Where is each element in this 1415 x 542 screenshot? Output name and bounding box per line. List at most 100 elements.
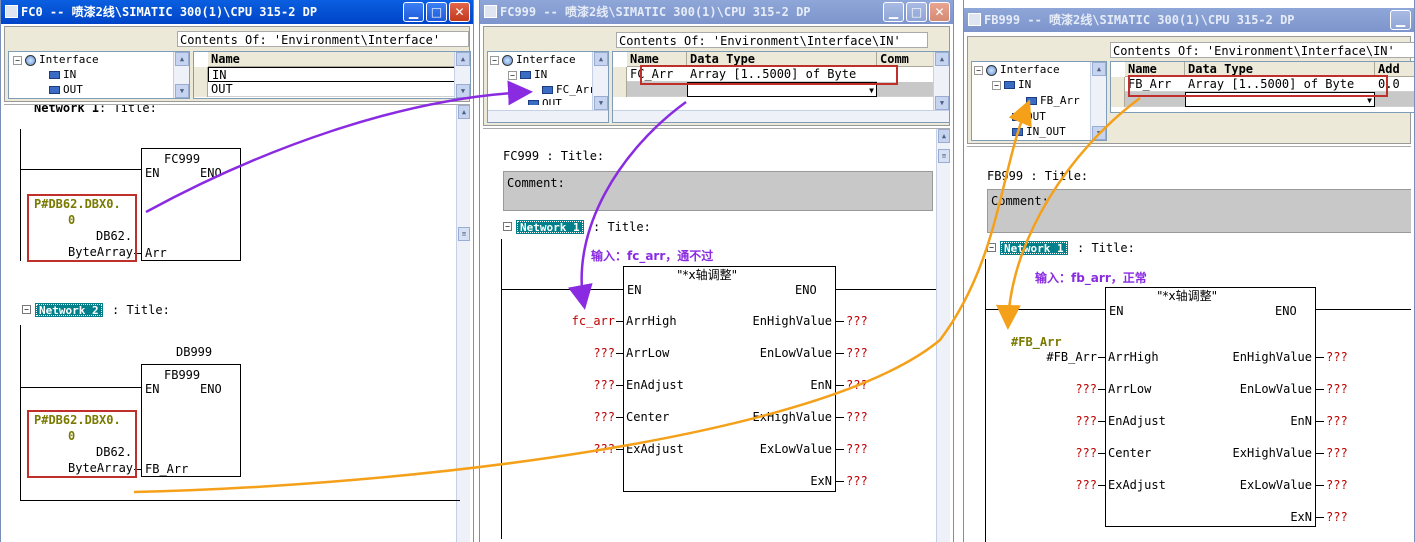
tree-node-out[interactable]: OUT (49, 83, 83, 97)
row-header[interactable] (1111, 92, 1125, 107)
collapse-icon[interactable]: − (503, 222, 512, 231)
ladder-editor[interactable]: ▲ ≡ FC999 : Title: Comment: − Network 1 :… (483, 128, 950, 542)
chevron-down-icon[interactable]: ▼ (869, 83, 874, 96)
tree-scrollbar[interactable]: ▲ ▼ (173, 52, 189, 98)
interface-tree[interactable]: − Interface IN OUT ▲ ▼ (8, 51, 190, 99)
scroll-up-icon[interactable]: ▲ (458, 105, 470, 119)
input-arg-arrlow[interactable]: ??? (593, 346, 615, 360)
ladder-editor[interactable]: FB999 : Title: Comment: − Network 1 : Ti… (967, 146, 1411, 542)
collapse-icon[interactable]: − (987, 243, 996, 252)
input-arg-enadjust[interactable]: ??? (593, 378, 615, 392)
collapse-icon[interactable]: − (508, 70, 517, 80)
row-header[interactable] (1111, 77, 1125, 92)
col-name-header[interactable]: Name (208, 52, 470, 67)
scroll-down-icon[interactable]: ▼ (1092, 126, 1106, 140)
grid-hscrollbar[interactable] (613, 110, 949, 122)
minimize-icon[interactable]: ▁ (403, 2, 424, 22)
scroll-thumb[interactable]: ≡ (458, 227, 470, 241)
grid-scrollbar[interactable]: ▲ ▼ (933, 52, 949, 110)
output-arg-enn[interactable]: ??? (846, 378, 868, 392)
output-arg-enhighvalue[interactable]: ??? (1326, 350, 1348, 364)
grid-row-in[interactable]: IN (208, 67, 456, 82)
input-arg-center[interactable]: ??? (1075, 446, 1097, 460)
input-arg-enadjust[interactable]: ??? (1075, 414, 1097, 428)
fc999-title-bar[interactable]: FC999 -- 喷漆2线\SIMATIC 300(1)\CPU 315-2 D… (480, 0, 953, 24)
input-arg-exadjust[interactable]: ??? (1075, 478, 1097, 492)
minimize-icon[interactable]: ▁ (1390, 10, 1411, 30)
tree-node-out[interactable]: OUT (528, 97, 562, 105)
scroll-up-icon[interactable]: ▲ (1092, 62, 1106, 76)
output-arg-exlowvalue[interactable]: ??? (1326, 478, 1348, 492)
collapse-icon[interactable]: − (992, 80, 1001, 90)
tree-node-fc-arr[interactable]: FC_Arr (542, 83, 596, 97)
interface-grid[interactable]: Name Data Type Comm FC_Arr Array [1..500… (612, 51, 950, 123)
comment-box[interactable]: Comment: (503, 171, 933, 211)
maximize-icon[interactable]: □ (906, 2, 927, 22)
row-header[interactable] (194, 67, 208, 82)
output-arg-enn[interactable]: ??? (1326, 414, 1348, 428)
scroll-up-icon[interactable]: ▲ (938, 129, 950, 143)
tree-node-fb-arr[interactable]: FB_Arr (1026, 94, 1080, 108)
interface-tree[interactable]: − Interface − IN FB_Arr OUT IN_OUT ▲ ▼ (971, 61, 1107, 141)
tree-node-in[interactable]: − IN (992, 78, 1031, 92)
tree-node-out[interactable]: OUT (1012, 110, 1046, 124)
output-arg-exn[interactable]: ??? (1326, 510, 1348, 524)
grid-row-out[interactable]: OUT (208, 82, 456, 97)
row-header[interactable] (613, 82, 627, 97)
output-arg-exhighvalue[interactable]: ??? (1326, 446, 1348, 460)
input-arg-arrhigh[interactable]: #FB_Arr (1046, 350, 1097, 364)
close-icon[interactable]: ✕ (929, 2, 950, 22)
network1-label[interactable]: Network 1 (516, 220, 584, 234)
scroll-down-icon[interactable]: ▼ (175, 84, 189, 98)
scroll-up-icon[interactable]: ▲ (594, 52, 608, 66)
tree-node-interface[interactable]: − Interface (13, 53, 99, 67)
collapse-icon[interactable]: − (13, 55, 22, 65)
network2-label[interactable]: Network 2 (35, 303, 103, 317)
tree-node-in[interactable]: − IN (508, 68, 547, 82)
output-arg-exlowvalue[interactable]: ??? (846, 442, 868, 456)
editor-scrollbar[interactable]: ▲ ≡ (456, 105, 470, 542)
output-arg-exhighvalue[interactable]: ??? (846, 410, 868, 424)
output-arg-enhighvalue[interactable]: ??? (846, 314, 868, 328)
scroll-down-icon[interactable]: ▼ (456, 84, 470, 98)
annotation-note: 输入：fb_arr，正常 (1035, 271, 1147, 285)
comment-box[interactable]: Comment: (987, 189, 1411, 233)
output-arg-enlowvalue[interactable]: ??? (1326, 382, 1348, 396)
close-icon[interactable]: ✕ (449, 2, 470, 22)
output-arg-exn[interactable]: ??? (846, 474, 868, 488)
network1-label[interactable]: Network 1 (1000, 241, 1068, 255)
scroll-down-icon[interactable]: ▼ (594, 96, 608, 110)
interface-tree[interactable]: − Interface − IN FC_Arr OUT ▲ ▼ (487, 51, 609, 123)
row-header[interactable] (613, 67, 627, 82)
tree-node-interface[interactable]: − Interface (490, 53, 576, 67)
tree-scrollbar[interactable]: ▲ ▼ (592, 52, 608, 110)
maximize-icon[interactable]: □ (426, 2, 447, 22)
scroll-up-icon[interactable]: ▲ (175, 52, 189, 66)
tree-node-in-out[interactable]: IN_OUT (1012, 125, 1066, 139)
scroll-up-icon[interactable]: ▲ (935, 52, 949, 66)
input-arg-exadjust[interactable]: ??? (593, 442, 615, 456)
collapse-icon[interactable]: − (490, 55, 499, 65)
scroll-up-icon[interactable]: ▲ (456, 52, 470, 66)
tree-hscrollbar[interactable] (488, 110, 608, 122)
pin-line (836, 449, 844, 450)
input-arg-center[interactable]: ??? (593, 410, 615, 424)
interface-grid[interactable]: Name IN OUT ▲ ▼ (193, 51, 471, 99)
minimize-icon[interactable]: ▁ (883, 2, 904, 22)
collapse-icon[interactable]: − (22, 305, 31, 314)
tree-node-in[interactable]: IN (49, 68, 76, 82)
ladder-editor[interactable]: ▲ ≡ Network 1: Title: FC999 EN ENO Arr P#… (4, 104, 470, 542)
editor-scrollbar[interactable]: ▲ ≡ (936, 129, 950, 542)
fc0-title-bar[interactable]: FC0 -- 喷漆2线\SIMATIC 300(1)\CPU 315-2 DP … (1, 0, 473, 24)
row-header[interactable] (194, 82, 208, 97)
tree-node-interface[interactable]: − Interface (974, 63, 1060, 77)
output-arg-enlowvalue[interactable]: ??? (846, 346, 868, 360)
fb999-title-bar[interactable]: FB999 -- 喷漆2线\SIMATIC 300(1)\CPU 315-2 D… (964, 8, 1414, 32)
tree-scrollbar[interactable]: ▲ ▼ (1090, 62, 1106, 140)
scroll-thumb[interactable]: ≡ (938, 149, 950, 163)
grid-scrollbar[interactable]: ▲ ▼ (454, 52, 470, 98)
collapse-icon[interactable]: − (974, 65, 983, 75)
scroll-down-icon[interactable]: ▼ (935, 96, 949, 110)
input-arg-arrlow[interactable]: ??? (1075, 382, 1097, 396)
input-arg-arrhigh[interactable]: fc_arr (572, 314, 615, 328)
